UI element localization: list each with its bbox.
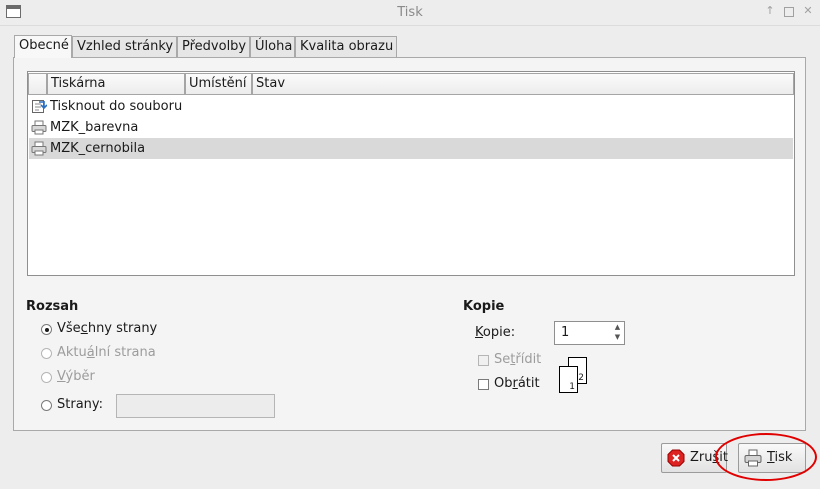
printer-row-bw[interactable]: MZK_cernobila [29, 138, 793, 159]
collate-checkbox[interactable]: Setřídit [478, 351, 548, 369]
tab-preferences[interactable]: Předvolby [177, 36, 250, 57]
copies-spinner[interactable]: 1 ▲ ▼ [554, 321, 625, 345]
radio-label: Aktuální strana [57, 345, 156, 360]
radio-label: Výběr [57, 369, 95, 384]
print-to-file-icon [32, 100, 47, 113]
column-location[interactable]: Umístění [185, 73, 252, 95]
printer-icon [31, 141, 47, 156]
radio-button[interactable] [41, 372, 52, 383]
printer-name: MZK_barevna [50, 120, 139, 135]
tab-image-quality[interactable]: Kvalita obrazu [295, 36, 397, 57]
list-header: Tiskárna Umístění Stav [28, 72, 794, 95]
print-button[interactable]: Tisk [738, 443, 806, 473]
title-bar: Tisk ↑ ✕ [0, 0, 820, 26]
maximize-icon[interactable] [782, 4, 796, 18]
collate-pages-illustration: 2 1 [559, 357, 591, 395]
checkbox[interactable] [478, 379, 489, 390]
window-title: Tisk [397, 5, 423, 20]
printer-name: Tisknout do souboru [50, 99, 183, 114]
radio-current-page[interactable]: Aktuální strana [41, 344, 181, 362]
pages-input[interactable] [116, 394, 275, 418]
printer-name: MZK_cernobila [50, 141, 146, 156]
pages-label: Strany: [57, 397, 104, 412]
print-label: Tisk [767, 450, 793, 465]
printer-row-color[interactable]: MZK_barevna [29, 117, 793, 138]
radio-label: Všechny strany [57, 321, 158, 336]
range-title: Rozsah [26, 299, 79, 314]
cancel-icon [667, 449, 685, 467]
radio-button[interactable] [41, 348, 52, 359]
spinner-arrows-icon[interactable]: ▲ ▼ [613, 322, 622, 344]
cancel-label: Zrušit [690, 450, 728, 465]
printer-row-file[interactable]: Tisknout do souboru [29, 96, 793, 117]
cancel-button[interactable]: Zrušit [661, 443, 728, 473]
radio-pages[interactable]: Strany: [41, 396, 111, 414]
radio-button[interactable] [41, 400, 52, 411]
close-icon[interactable]: ✕ [801, 4, 815, 18]
column-icon[interactable] [28, 73, 47, 95]
printer-icon [744, 449, 762, 467]
column-status[interactable]: Stav [252, 73, 794, 95]
radio-button[interactable] [41, 324, 52, 335]
reverse-checkbox[interactable]: Obrátit [478, 375, 548, 393]
column-printer[interactable]: Tiskárna [47, 73, 185, 95]
copies-title: Kopie [463, 299, 505, 314]
page-1: 1 [559, 366, 578, 393]
tab-general[interactable]: Obecné [14, 35, 72, 58]
radio-selection[interactable]: Výběr [41, 368, 181, 386]
checkbox-label: Obrátit [494, 376, 540, 391]
printer-list[interactable]: Tiskárna Umístění Stav Tisknout do soubo… [27, 71, 795, 276]
copies-value: 1 [561, 325, 570, 340]
radio-all-pages[interactable]: Všechny strany [41, 320, 181, 338]
arrow-up-icon[interactable]: ↑ [763, 4, 777, 18]
tab-page-setup[interactable]: Vzhled stránky [72, 36, 177, 57]
checkbox[interactable] [478, 355, 489, 366]
checkbox-label: Setřídit [494, 352, 542, 367]
copies-label: Kopie: [475, 325, 516, 340]
printer-icon [31, 120, 47, 135]
tab-job[interactable]: Úloha [250, 36, 295, 57]
